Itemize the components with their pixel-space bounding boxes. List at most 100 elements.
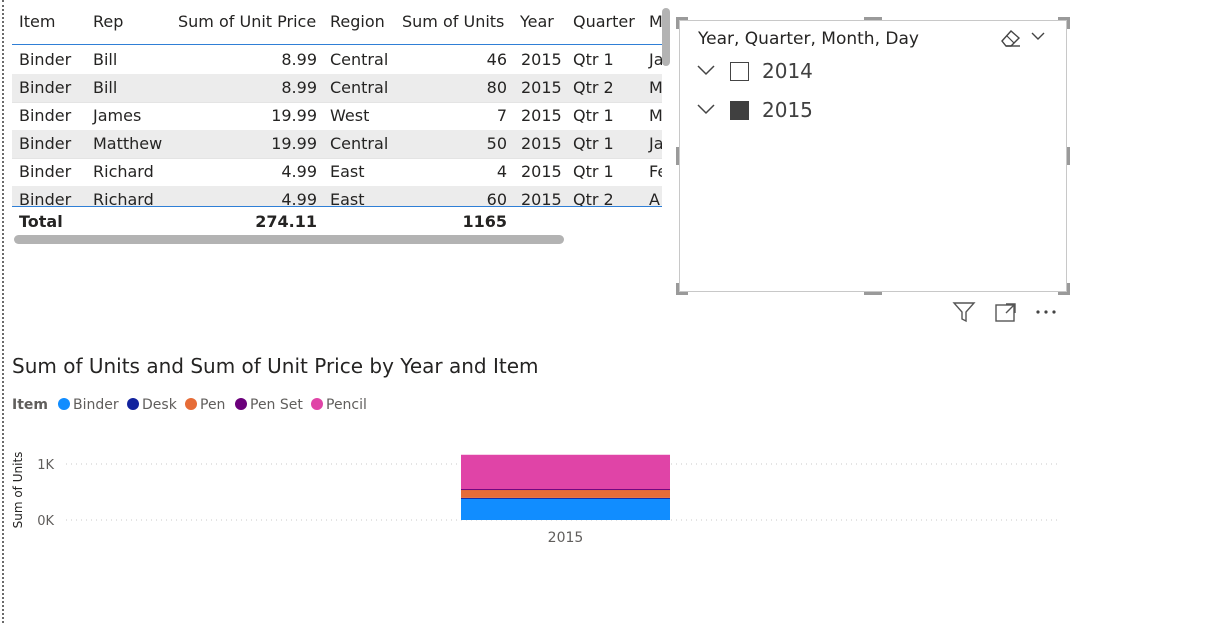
cell-units: 50	[486, 134, 507, 153]
total-unit-price: 274.11	[255, 212, 317, 231]
cell-item: Binder	[19, 134, 72, 153]
total-units: 1165	[462, 212, 507, 231]
cell-quarter: Qtr 1	[573, 134, 614, 153]
resize-handle-bottom-left[interactable]	[676, 283, 679, 295]
checkbox-2015[interactable]	[730, 101, 749, 120]
bar-segment-pen	[461, 489, 670, 498]
column-header-rep[interactable]: Rep	[93, 12, 123, 32]
bar-segment-pen-set	[461, 489, 670, 491]
resize-handle-top-left[interactable]	[676, 17, 679, 29]
table-body: Binder Bill 8.99 Central 46 2015 Qtr 1 J…	[12, 46, 662, 206]
eraser-icon[interactable]	[998, 27, 1022, 49]
legend-item-desk[interactable]: Desk	[127, 397, 177, 413]
cell-quarter: Qtr 2	[573, 190, 614, 206]
cell-region: East	[330, 190, 365, 206]
column-header-year[interactable]: Year	[520, 12, 554, 32]
cell-quarter: Qtr 1	[573, 162, 614, 181]
cell-month: Ja	[649, 134, 662, 153]
table-vertical-scrollbar[interactable]	[662, 8, 670, 66]
cell-year: 2015	[521, 78, 562, 97]
focus-mode-icon[interactable]	[994, 300, 1018, 324]
legend-dot-icon	[311, 398, 323, 410]
legend-label: Desk	[142, 397, 177, 413]
cell-rep: James	[93, 106, 142, 125]
cell-year: 2015	[521, 106, 562, 125]
column-header-quarter[interactable]: Quarter	[573, 12, 635, 32]
cell-item: Binder	[19, 50, 72, 69]
table-row[interactable]: Binder Richard 4.99 East 60 2015 Qtr 2 A	[12, 186, 662, 206]
cell-rep: Richard	[93, 190, 154, 206]
slicer-title: Year, Quarter, Month, Day	[698, 29, 919, 49]
resize-handle-right[interactable]	[1067, 147, 1070, 165]
slicer-item-2015[interactable]: 2015	[696, 97, 896, 127]
legend-title: Item	[12, 397, 48, 413]
cell-units: 4	[496, 162, 507, 181]
cell-year: 2015	[521, 190, 562, 206]
column-header-sum-of-units[interactable]: Sum of Units	[402, 12, 504, 32]
cell-rep: Richard	[93, 162, 154, 181]
cell-month: Ja	[649, 50, 662, 69]
column-header-sum-of-unit-price[interactable]: Sum of Unit Price	[178, 12, 316, 32]
resize-handle-bottom-right[interactable]	[1067, 283, 1070, 295]
legend-label: Pencil	[326, 397, 367, 413]
legend-label: Binder	[73, 397, 119, 413]
cell-item: Binder	[19, 106, 72, 125]
more-options-icon[interactable]	[1034, 300, 1060, 324]
expand-chevron-icon[interactable]	[696, 62, 716, 78]
cell-month: A	[649, 190, 660, 206]
total-label: Total	[19, 212, 63, 231]
stacked-column-chart[interactable]: 0K 1K Sum of Units 2015	[0, 430, 1100, 560]
bar-segment-desk	[461, 497, 670, 499]
resize-handle-left[interactable]	[676, 147, 679, 165]
cell-region: East	[330, 162, 365, 181]
cell-quarter: Qtr 2	[573, 78, 614, 97]
cell-quarter: Qtr 1	[573, 106, 614, 125]
checkbox-2014[interactable]	[730, 62, 749, 81]
cell-month: M	[649, 106, 662, 125]
cell-quarter: Qtr 1	[573, 50, 614, 69]
bar-segment-pencil	[461, 454, 670, 490]
column-header-month[interactable]: M	[649, 12, 662, 32]
resize-handle-top[interactable]	[864, 17, 882, 20]
y-axis-label: Sum of Units	[11, 452, 25, 529]
cell-unit-price: 8.99	[281, 50, 317, 69]
table-row[interactable]: Binder Richard 4.99 East 4 2015 Qtr 1 Fe	[12, 158, 662, 187]
table-total-row: Total 274.11 1165	[12, 206, 662, 235]
cell-year: 2015	[521, 134, 562, 153]
cell-unit-price: 4.99	[281, 190, 317, 206]
slicer-item-2014[interactable]: 2014	[696, 58, 896, 88]
chart-title: Sum of Units and Sum of Unit Price by Ye…	[12, 354, 539, 378]
legend-item-pencil[interactable]: Pencil	[311, 397, 367, 413]
cell-unit-price: 19.99	[271, 134, 317, 153]
legend-dot-icon	[185, 398, 197, 410]
legend-item-binder[interactable]: Binder	[58, 397, 119, 413]
slicer-item-label: 2015	[762, 98, 813, 122]
legend-dot-icon	[235, 398, 247, 410]
legend-item-pen-set[interactable]: Pen Set	[235, 397, 303, 413]
table-horizontal-scrollbar[interactable]	[14, 235, 564, 244]
column-header-item[interactable]: Item	[19, 12, 55, 32]
cell-region: West	[330, 106, 370, 125]
table-row[interactable]: Binder James 19.99 West 7 2015 Qtr 1 M	[12, 102, 662, 131]
cell-units: 7	[496, 106, 507, 125]
resize-handle-top-right[interactable]	[1067, 17, 1070, 29]
legend-dot-icon	[58, 398, 70, 410]
table-visual[interactable]: Item Rep Sum of Unit Price Region Sum of…	[12, 4, 662, 244]
chevron-down-icon[interactable]	[1030, 29, 1046, 43]
cell-item: Binder	[19, 78, 72, 97]
slicer-item-label: 2014	[762, 59, 813, 83]
cell-unit-price: 4.99	[281, 162, 317, 181]
table-row[interactable]: Binder Matthew 19.99 Central 50 2015 Qtr…	[12, 130, 662, 159]
date-slicer[interactable]: Year, Quarter, Month, Day 2014 2015	[676, 17, 1070, 295]
legend-item-pen[interactable]: Pen	[185, 397, 225, 413]
table-row[interactable]: Binder Bill 8.99 Central 46 2015 Qtr 1 J…	[12, 46, 662, 75]
column-header-region[interactable]: Region	[330, 12, 385, 32]
filter-icon[interactable]	[952, 300, 976, 324]
resize-handle-bottom[interactable]	[864, 292, 882, 295]
table-row[interactable]: Binder Bill 8.99 Central 80 2015 Qtr 2 M	[12, 74, 662, 103]
cell-rep: Bill	[93, 78, 118, 97]
bar-segment-binder	[461, 498, 670, 520]
x-tick-label: 2015	[548, 530, 584, 546]
expand-chevron-icon[interactable]	[696, 101, 716, 117]
cell-units: 80	[486, 78, 507, 97]
